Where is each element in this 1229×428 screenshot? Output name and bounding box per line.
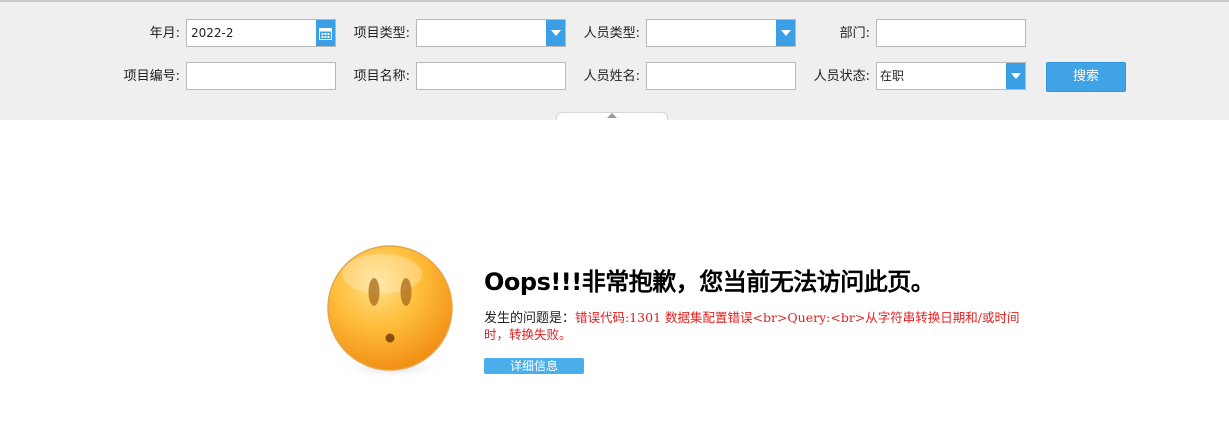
staff-status-select[interactable]: 在职 xyxy=(876,62,1026,90)
project-name-label: 项目名称: xyxy=(353,69,410,84)
chevron-down-icon[interactable] xyxy=(1006,63,1025,89)
staff-type-label: 人员类型: xyxy=(583,26,640,41)
error-description: 发生的问题是：错误代码:1301 数据集配置错误<br>Query:<br>从字… xyxy=(484,310,1044,344)
search-button[interactable]: 搜索 xyxy=(1046,62,1126,92)
project-code-label: 项目编号: xyxy=(123,69,180,84)
details-button[interactable]: 详细信息 xyxy=(484,358,584,374)
project-type-select[interactable] xyxy=(416,19,566,47)
project-name-input[interactable] xyxy=(417,63,565,89)
staff-name-input[interactable] xyxy=(647,63,795,89)
department-input[interactable] xyxy=(877,20,1025,46)
staff-name-label: 人员姓名: xyxy=(583,69,640,84)
staff-status-label: 人员状态: xyxy=(813,69,870,84)
project-code-input[interactable] xyxy=(187,63,335,89)
staff-status-value: 在职 xyxy=(880,69,905,83)
year-month-label: 年月: xyxy=(149,26,180,41)
chevron-up-icon xyxy=(607,113,617,118)
error-prefix: 发生的问题是： xyxy=(484,311,576,326)
filter-panel: 年月: 项目类型: 人员类型: 部门: xyxy=(0,2,1229,120)
sad-face-icon xyxy=(327,245,453,378)
project-type-label: 项目类型: xyxy=(353,26,410,41)
error-title: Oops!!!非常抱歉，您当前无法访问此页。 xyxy=(484,268,935,296)
collapse-panel-toggle[interactable] xyxy=(556,112,668,120)
year-month-field[interactable] xyxy=(186,19,336,47)
staff-name-field[interactable] xyxy=(646,62,796,90)
project-code-field[interactable] xyxy=(186,62,336,90)
department-field[interactable] xyxy=(876,19,1026,47)
department-label: 部门: xyxy=(839,26,870,41)
year-month-input[interactable] xyxy=(187,20,315,46)
staff-type-select[interactable] xyxy=(646,19,796,47)
project-name-field[interactable] xyxy=(416,62,566,90)
